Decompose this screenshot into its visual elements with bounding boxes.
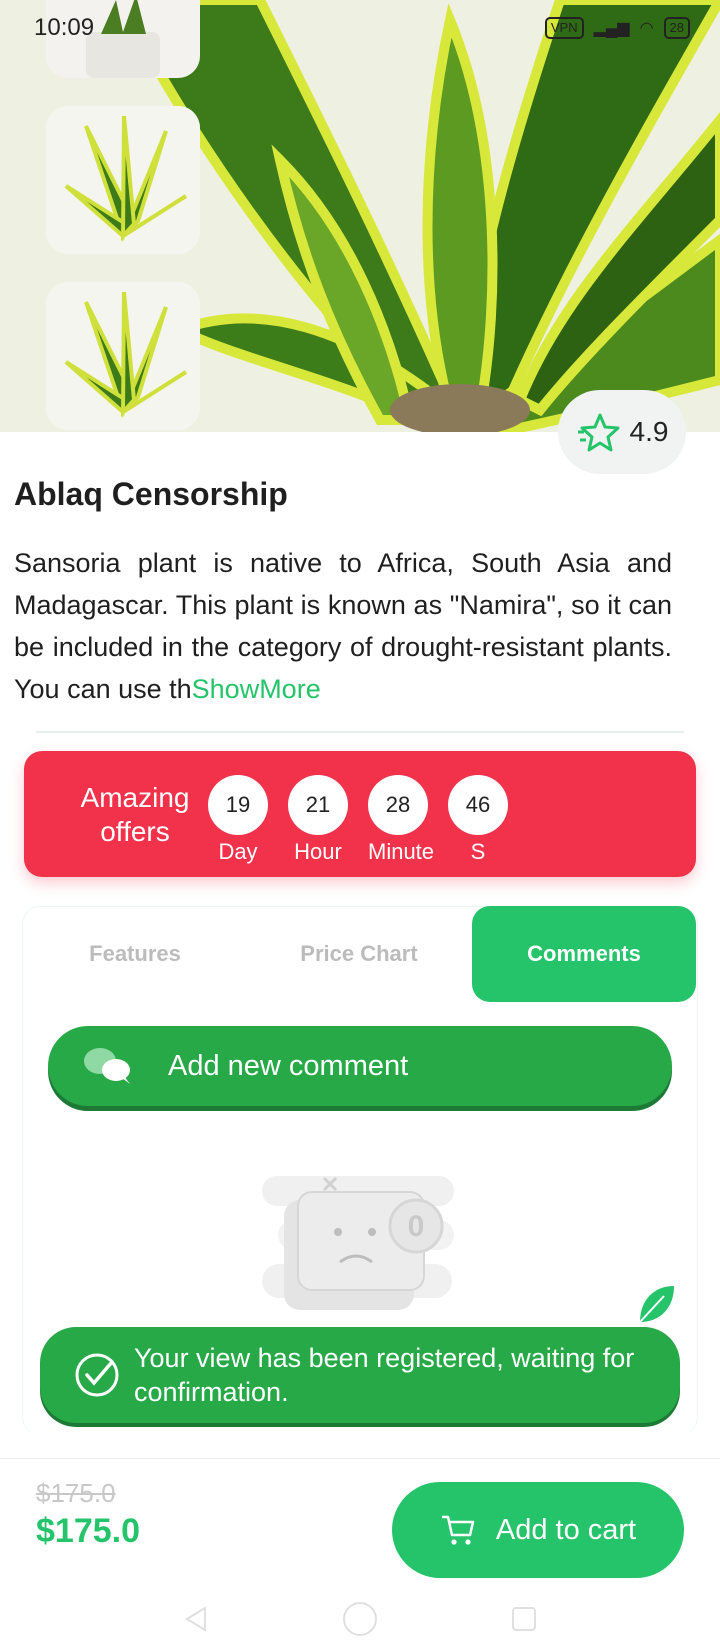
signal-icon: ▂▄▆ <box>593 20 630 37</box>
no-comments-illustration: 0 <box>262 1170 458 1330</box>
add-to-cart-label: Add to cart <box>495 1513 637 1546</box>
divider <box>36 731 684 733</box>
cart-icon <box>441 1515 475 1545</box>
timer-value: 28 <box>368 775 428 835</box>
current-price: $175.0 <box>36 1512 140 1550</box>
vpn-icon: VPN <box>544 17 584 39</box>
timer-unit: Minute <box>368 839 435 864</box>
confirmation-toast: Your view has been registered, waiting f… <box>40 1327 680 1423</box>
timer-unit: Hour <box>294 839 342 864</box>
timer-unit: S <box>470 839 486 864</box>
system-nav-bar <box>0 1588 720 1650</box>
recents-nav-icon[interactable] <box>509 1604 539 1634</box>
timer-value: 21 <box>288 775 348 835</box>
rating-badge: 4.9 <box>558 390 686 474</box>
add-to-cart-button[interactable]: Add to cart <box>392 1482 684 1578</box>
product-hero-image: 10:09 VPN ▂▄▆ ◠ 28 <box>0 0 720 432</box>
tab-comments[interactable]: Comments <box>472 906 696 1002</box>
status-bar: 10:09 VPN ▂▄▆ ◠ 28 <box>34 14 690 42</box>
add-comment-label: Add new comment <box>168 1049 409 1082</box>
timer-hour: 21 Hour <box>288 775 348 865</box>
check-circle-icon <box>75 1353 119 1397</box>
description-text: Sansoria plant is native to Africa, Sout… <box>14 548 672 704</box>
timer-unit: Day <box>218 839 258 864</box>
thumbnail-plant-image <box>46 282 200 430</box>
timer-day: 19 Day <box>208 775 268 865</box>
empty-count: 0 <box>408 1210 425 1243</box>
leaf-icon <box>639 1286 674 1323</box>
timer-value: 19 <box>208 775 268 835</box>
rating-value: 4.9 <box>629 416 669 447</box>
show-more-link[interactable]: ShowMore <box>192 674 321 704</box>
battery-icon: 28 <box>663 17 690 39</box>
status-time: 10:09 <box>34 14 95 41</box>
timer-value: 46 <box>448 775 508 835</box>
amazing-offers-banner: Amazing offers 19 Day 21 Hour 28 Minute … <box>24 751 696 877</box>
offer-label: Amazing offers <box>80 782 190 847</box>
product-description: Sansoria plant is native to Africa, Sout… <box>14 542 672 710</box>
timer-minute: 28 Minute <box>368 775 435 865</box>
timer-second: 46 S <box>448 775 508 865</box>
tab-price-chart[interactable]: Price Chart <box>248 906 470 1002</box>
toast-message: Your view has been registered, waiting f… <box>134 1343 635 1407</box>
star-icon <box>577 413 620 452</box>
chat-bubbles-icon <box>84 1048 130 1084</box>
back-nav-icon[interactable] <box>181 1604 211 1634</box>
status-icons: VPN ▂▄▆ ◠ 28 <box>544 17 690 39</box>
add-comment-button[interactable]: Add new comment <box>48 1026 672 1106</box>
thumbnail-plant-image <box>46 106 200 254</box>
home-nav-icon[interactable] <box>341 1600 379 1638</box>
thumbnail-3[interactable] <box>46 282 200 430</box>
thumbnail-2[interactable] <box>46 106 200 254</box>
old-price: $175.0 <box>36 1478 116 1508</box>
thumbnail-list <box>46 0 200 432</box>
product-title: Ablaq Censorship <box>14 476 288 512</box>
tab-features[interactable]: Features <box>22 906 248 1002</box>
wifi-icon: ◠ <box>639 20 654 37</box>
